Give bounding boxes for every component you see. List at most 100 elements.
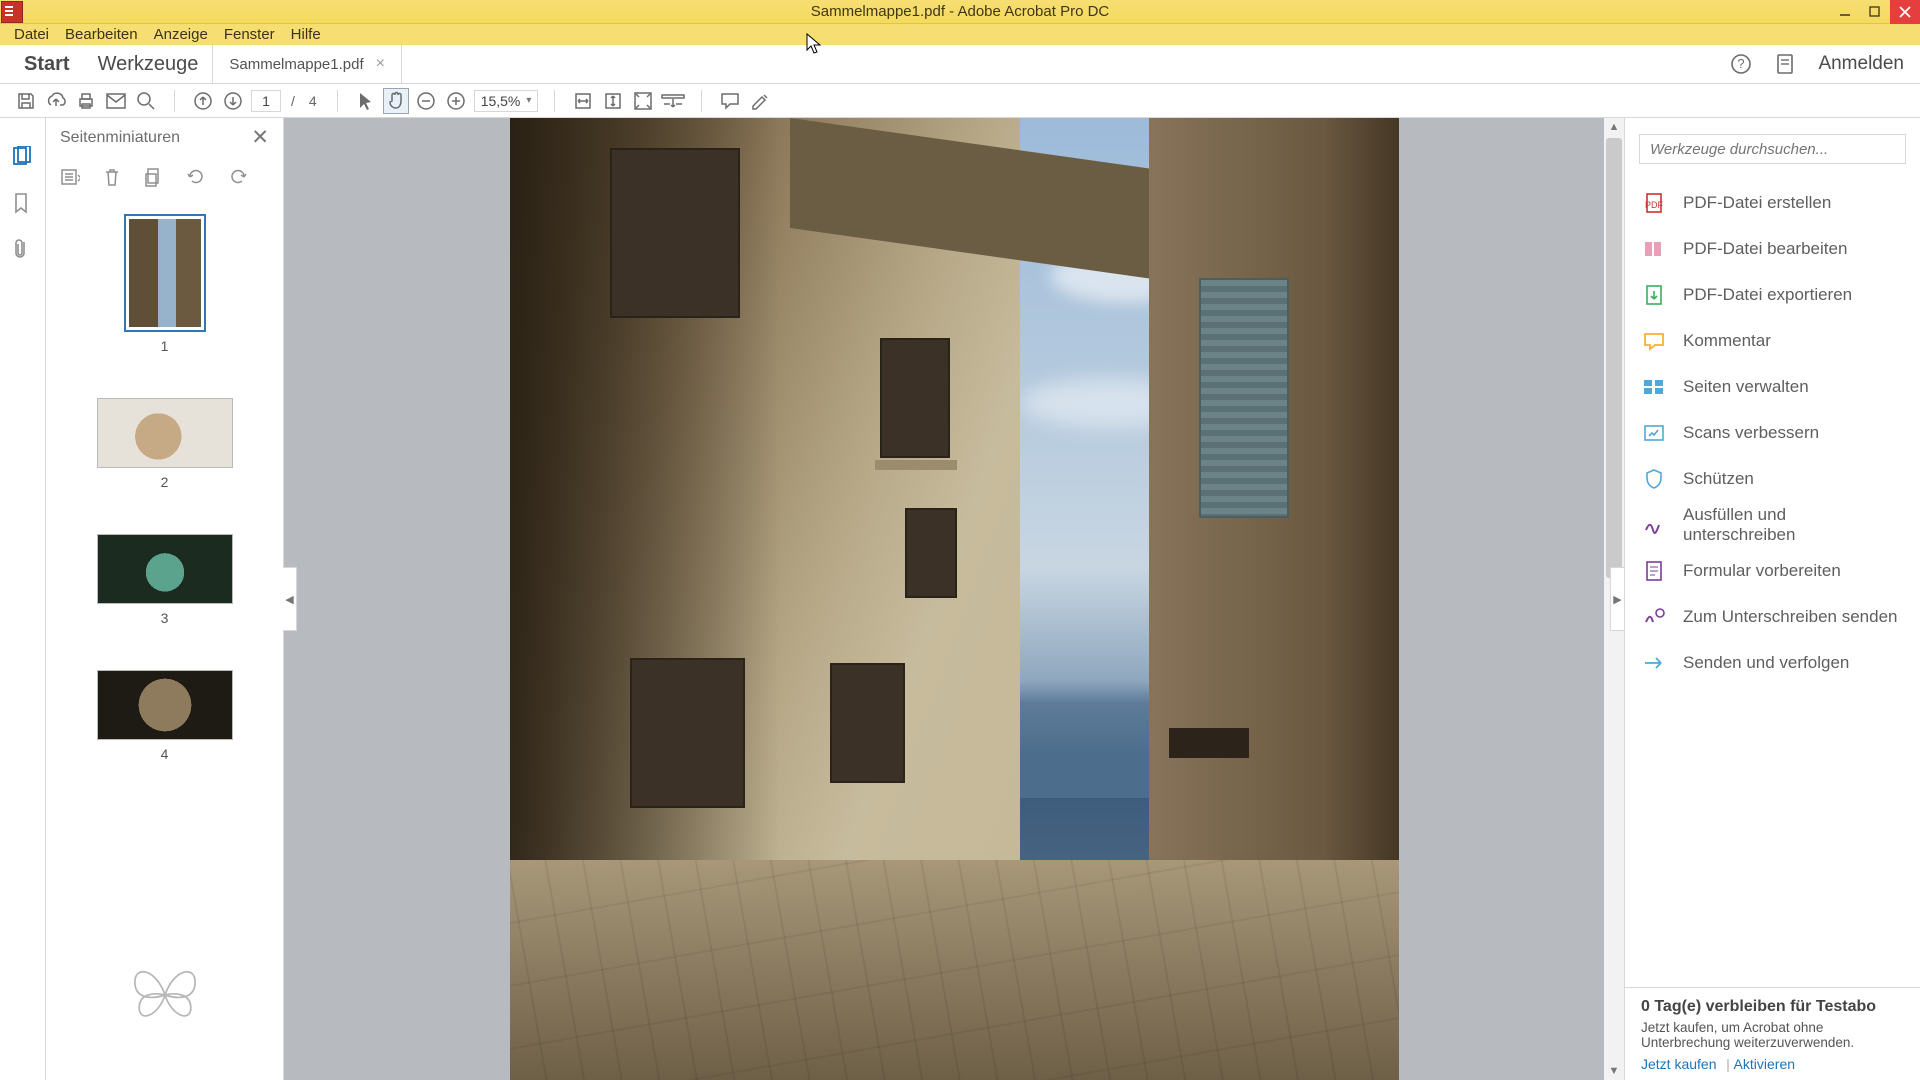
chevron-down-icon: ▾ — [526, 95, 531, 106]
tools-search-input[interactable] — [1639, 134, 1906, 164]
comment-icon[interactable] — [718, 89, 742, 113]
thumb-label: 3 — [161, 610, 169, 626]
trial-activate-link[interactable]: Aktivieren — [1734, 1056, 1795, 1072]
tool-organize-pages[interactable]: Seiten verwalten — [1625, 364, 1920, 410]
tool-label: Schützen — [1683, 469, 1754, 489]
print-icon[interactable] — [74, 89, 98, 113]
tool-enhance-scans[interactable]: Scans verbessern — [1625, 410, 1920, 456]
minimize-button[interactable] — [1830, 0, 1860, 24]
trial-notice: 0 Tag(e) verbleiben für Testabo Jetzt ka… — [1625, 987, 1920, 1080]
fill-sign-icon — [1643, 514, 1665, 536]
thumbnail-page-3[interactable]: 3 — [46, 534, 283, 626]
menu-help[interactable]: Hilfe — [283, 26, 329, 43]
page-content — [510, 118, 1399, 1080]
scroll-down-icon[interactable]: ▼ — [1604, 1062, 1624, 1080]
svg-text:?: ? — [1738, 56, 1745, 71]
tool-send-for-signature[interactable]: Zum Unterschreiben senden — [1625, 594, 1920, 640]
cloud-upload-icon[interactable] — [44, 89, 68, 113]
zoom-dropdown[interactable]: 15,5% ▾ — [474, 90, 539, 112]
thumbnail-page-2[interactable]: 2 — [46, 398, 283, 490]
separator — [174, 90, 175, 112]
tool-send-track[interactable]: Senden und verfolgen — [1625, 640, 1920, 686]
tool-label: PDF-Datei exportieren — [1683, 285, 1852, 305]
export-pdf-icon — [1643, 284, 1665, 306]
tab-tools[interactable]: Werkzeuge — [84, 45, 213, 83]
search-icon[interactable] — [134, 89, 158, 113]
thumb-label: 2 — [161, 474, 169, 490]
separator — [554, 90, 555, 112]
tab-strip: Start Werkzeuge Sammelmappe1.pdf × ? Anm… — [0, 45, 1920, 84]
tool-export-pdf[interactable]: PDF-Datei exportieren — [1625, 272, 1920, 318]
fit-width-icon[interactable] — [571, 89, 595, 113]
tool-label: Formular vorbereiten — [1683, 561, 1841, 581]
tool-label: Ausfüllen und unterschreiben — [1683, 505, 1902, 545]
prev-page-icon[interactable] — [191, 89, 215, 113]
highlight-icon[interactable] — [748, 89, 772, 113]
bookmarks-rail-icon[interactable] — [12, 192, 34, 214]
tool-label: Seiten verwalten — [1683, 377, 1809, 397]
sign-in-button[interactable]: Anmelden — [1818, 53, 1904, 75]
menu-window[interactable]: Fenster — [216, 26, 283, 43]
thumb-label: 1 — [161, 338, 169, 354]
tool-label: Zum Unterschreiben senden — [1683, 607, 1898, 627]
hand-tool-icon[interactable] — [384, 89, 408, 113]
tool-label: PDF-Datei bearbeiten — [1683, 239, 1847, 259]
page-number-input[interactable] — [251, 90, 281, 112]
document-view[interactable]: ▲ ▼ — [284, 118, 1624, 1080]
enhance-scans-icon — [1643, 422, 1665, 444]
scroll-up-icon[interactable]: ▲ — [1604, 118, 1624, 136]
insert-page-icon[interactable] — [144, 167, 164, 192]
save-icon[interactable] — [14, 89, 38, 113]
help-icon[interactable]: ? — [1730, 53, 1752, 75]
scrollbar-thumb[interactable] — [1606, 138, 1622, 578]
thumb-options-icon[interactable] — [60, 167, 80, 192]
create-pdf-icon: PDF — [1643, 192, 1665, 214]
thumbnails-toolbar — [46, 158, 283, 200]
close-button[interactable] — [1890, 0, 1920, 24]
thumbnail-page-1[interactable]: 1 — [46, 214, 283, 354]
menu-edit[interactable]: Bearbeiten — [57, 26, 146, 43]
delete-page-icon[interactable] — [102, 167, 122, 192]
select-tool-icon[interactable] — [354, 89, 378, 113]
tool-label: Kommentar — [1683, 331, 1771, 351]
email-icon[interactable] — [104, 89, 128, 113]
tool-prepare-form[interactable]: Formular vorbereiten — [1625, 548, 1920, 594]
tool-protect[interactable]: Schützen — [1625, 456, 1920, 502]
thumbnails-rail-icon[interactable] — [12, 146, 34, 168]
separator — [701, 90, 702, 112]
rotate-ccw-icon[interactable] — [186, 167, 206, 192]
close-panel-icon[interactable]: ✕ — [251, 125, 269, 150]
tools-panel: PDF PDF-Datei erstellen PDF-Datei bearbe… — [1624, 118, 1920, 1080]
trial-buy-link[interactable]: Jetzt kaufen — [1641, 1056, 1717, 1072]
thumb-label: 4 — [161, 746, 169, 762]
maximize-button[interactable] — [1860, 0, 1890, 24]
document-tab-label: Sammelmappe1.pdf — [229, 56, 363, 73]
zoom-in-icon[interactable] — [444, 89, 468, 113]
tool-fill-sign[interactable]: Ausfüllen und unterschreiben — [1625, 502, 1920, 548]
thumbnail-page-4[interactable]: 4 — [46, 670, 283, 762]
tool-create-pdf[interactable]: PDF PDF-Datei erstellen — [1625, 180, 1920, 226]
fit-page-icon[interactable] — [601, 89, 625, 113]
rotate-cw-icon[interactable] — [228, 167, 248, 192]
thumbnails-title: Seitenminiaturen — [60, 129, 180, 147]
tab-start[interactable]: Start — [10, 45, 84, 83]
collapse-left-panel-icon[interactable]: ◀ — [283, 567, 297, 631]
zoom-out-icon[interactable] — [414, 89, 438, 113]
send-track-icon — [1643, 652, 1665, 674]
comment-tool-icon — [1643, 330, 1665, 352]
document-tab-close-icon[interactable]: × — [376, 55, 385, 73]
next-page-icon[interactable] — [221, 89, 245, 113]
tool-comment[interactable]: Kommentar — [1625, 318, 1920, 364]
menu-view[interactable]: Anzeige — [146, 26, 216, 43]
fit-visible-icon[interactable] — [631, 89, 655, 113]
notification-icon[interactable] — [1774, 53, 1796, 75]
mouse-cursor — [805, 32, 823, 56]
collapse-right-panel-icon[interactable]: ▶ — [1610, 567, 1624, 631]
tool-edit-pdf[interactable]: PDF-Datei bearbeiten — [1625, 226, 1920, 272]
prepare-form-icon — [1643, 560, 1665, 582]
tool-bar: / 4 15,5% ▾ — [0, 84, 1920, 118]
menu-file[interactable]: Datei — [6, 26, 57, 43]
attachments-rail-icon[interactable] — [12, 238, 34, 260]
reading-mode-icon[interactable] — [661, 89, 685, 113]
document-tab[interactable]: Sammelmappe1.pdf × — [212, 45, 402, 83]
